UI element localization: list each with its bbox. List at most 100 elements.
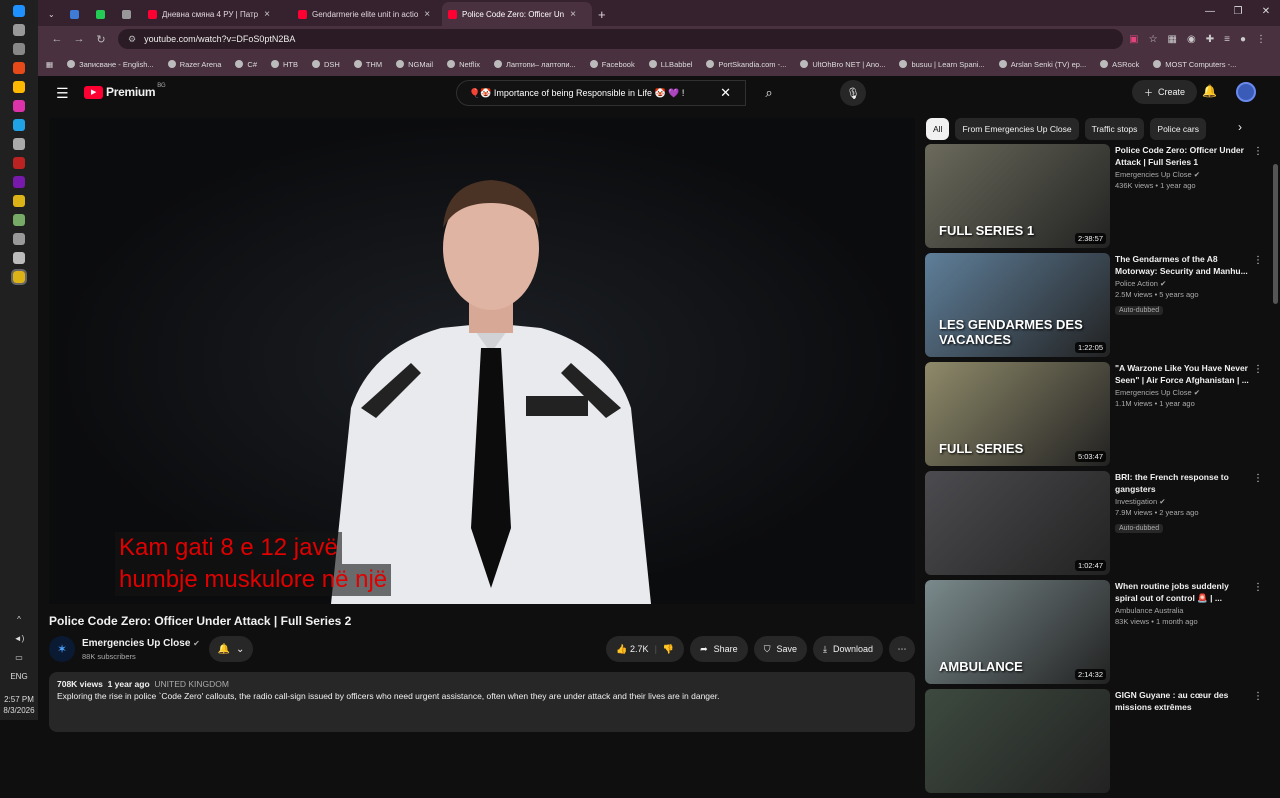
subscription-bell-button[interactable]: 🔔 ⌄ [209, 636, 253, 662]
recommendation-title[interactable]: When routine jobs suddenly spiral out of… [1115, 580, 1250, 604]
bookmark-item[interactable]: Записване - English... [67, 60, 154, 69]
bookmark-item[interactable]: LLBabbel [648, 60, 692, 69]
app-icon[interactable] [13, 252, 25, 264]
recommendation-item[interactable]: LES GENDARMES DES VACANCES 1:22:05 The Gen… [925, 253, 1265, 362]
bookmark-item[interactable]: busuu | Learn Spani... [899, 60, 985, 69]
recommendation-item[interactable]: FULL SERIES 1 2:38:57 Police Code Zero: Of… [925, 144, 1265, 253]
bookmark-star-icon[interactable]: ☆ [1149, 34, 1158, 45]
app-icon[interactable] [13, 62, 25, 74]
bookmark-item[interactable]: Arslan Senki (TV) ep... [998, 60, 1086, 69]
recommendation-channel[interactable]: Emergencies Up Close ✔ [1115, 388, 1250, 397]
chevron-right-icon[interactable]: › [1238, 120, 1242, 134]
pinned-tab[interactable] [64, 2, 90, 26]
recommendation-title[interactable]: The Gendarmes of the A8 Motorway: Securi… [1115, 253, 1250, 277]
more-vert-icon[interactable]: ⋮ [1253, 582, 1263, 593]
bookmark-item[interactable]: Netflix [447, 60, 480, 69]
video-thumbnail[interactable] [925, 689, 1110, 793]
clock-date[interactable]: 8/3/2026 [0, 705, 38, 716]
bookmark-item[interactable]: THM [353, 60, 382, 69]
chip-0[interactable]: All [926, 118, 950, 140]
edge-icon[interactable] [13, 119, 25, 131]
channel-name[interactable]: Emergencies Up Close ✔ [82, 638, 200, 649]
file-explorer-icon[interactable] [13, 81, 25, 93]
share-button[interactable]: ➦ Share [690, 636, 748, 662]
channel-avatar[interactable]: ✶ [49, 636, 75, 662]
recommendation-channel[interactable]: Emergencies Up Close ✔ [1115, 170, 1250, 179]
recommendation-channel[interactable]: Police Action ✔ [1115, 279, 1250, 288]
close-icon[interactable]: × [570, 9, 576, 20]
language-indicator[interactable]: ENG [0, 671, 38, 682]
video-thumbnail[interactable]: LES GENDARMES DES VACANCES 1:22:05 [925, 253, 1110, 357]
bookmark-item[interactable]: NGMail [396, 60, 433, 69]
keyboard-icon[interactable]: ▭ [0, 652, 38, 663]
onenote-icon[interactable] [13, 176, 25, 188]
chip-2[interactable]: Traffic stops [1084, 118, 1145, 140]
video-thumbnail[interactable]: 1:02:47 [925, 471, 1110, 575]
more-vert-icon[interactable]: ⋮ [1253, 146, 1263, 157]
bookmark-item[interactable]: PortSkandia.com -... [706, 60, 786, 69]
search-icon[interactable] [13, 24, 25, 36]
dislike-icon[interactable]: 👎 [663, 644, 674, 655]
more-vert-icon[interactable]: ⋮ [1253, 364, 1263, 375]
bookmark-item[interactable]: ASRock [1100, 60, 1139, 69]
bookmark-item[interactable]: Razer Arena [167, 60, 221, 69]
url-field[interactable]: ⚙ youtube.com/watch?v=DFoS0ptN2BA [118, 29, 1124, 49]
task-view-icon[interactable] [13, 43, 25, 55]
video-thumbnail[interactable]: FULL SERIES 5:03:47 [925, 362, 1110, 466]
avatar[interactable] [1236, 82, 1256, 102]
more-icon[interactable]: ⋮ [1256, 34, 1266, 45]
download-button[interactable]: ⤓ Download [812, 636, 883, 662]
reload-icon[interactable]: ↻ [90, 33, 112, 46]
forward-icon[interactable]: → [68, 33, 90, 45]
more-vert-icon[interactable]: ⋮ [1253, 691, 1263, 702]
opera-icon[interactable] [13, 157, 25, 169]
search-icon[interactable]: ⌕ [750, 80, 788, 106]
extension-icon[interactable]: ◉ [1187, 34, 1196, 45]
recommendation-item[interactable]: GIGN Guyane : au cœur des missions extrê… [925, 689, 1265, 798]
more-vert-icon[interactable]: ⋮ [1253, 255, 1263, 266]
apps-icon[interactable]: ▦ [46, 60, 53, 69]
close-icon[interactable]: × [424, 9, 430, 20]
recommendation-title[interactable]: GIGN Guyane : au cœur des missions extrê… [1115, 689, 1250, 713]
extensions-puzzle-icon[interactable]: ✚ [1206, 34, 1214, 45]
bookmark-item[interactable]: MOST Computers -... [1153, 60, 1236, 69]
profile-icon[interactable]: ● [1240, 34, 1246, 45]
app-icon[interactable] [13, 214, 25, 226]
page-scrollbar[interactable] [1273, 164, 1278, 304]
location-tag[interactable]: UNITED KINGDOM [154, 679, 229, 689]
close-window-icon[interactable]: ✕ [1252, 0, 1280, 24]
chevron-up-icon[interactable]: ^ [0, 614, 38, 625]
bookmark-item[interactable]: Facebook [589, 60, 635, 69]
recommendation-channel[interactable]: Ambulance Australia [1115, 606, 1250, 615]
video-thumbnail[interactable]: FULL SERIES 1 2:38:57 [925, 144, 1110, 248]
video-player[interactable]: Kam gati 8 e 12 javë humbje muskulore në… [49, 118, 915, 604]
tab-1[interactable]: Gendarmerie elite unit in actio × [292, 2, 442, 26]
volume-icon[interactable]: ◄) [0, 633, 38, 644]
save-button[interactable]: ⛉ Save [753, 636, 807, 662]
notifications-bell-icon[interactable]: 🔔 [1202, 84, 1217, 98]
recommendation-title[interactable]: BRI: the French response to gangsters [1115, 471, 1250, 495]
recommendation-title[interactable]: "A Warzone Like You Have Never Seen" | A… [1115, 362, 1250, 386]
microphone-icon[interactable]: 🎙 [840, 80, 866, 106]
recommendation-item[interactable]: FULL SERIES 5:03:47 "A Warzone Like You Ha… [925, 362, 1265, 471]
tab-search-button[interactable]: ⌄ [42, 2, 64, 26]
new-tab-button[interactable]: + [592, 2, 614, 26]
pinned-tab[interactable] [116, 2, 142, 26]
recommendation-item[interactable]: 1:02:47 BRI: the French response to gangs… [925, 471, 1265, 580]
tab-2-active[interactable]: Police Code Zero: Officer Un × [442, 2, 592, 26]
bookmark-item[interactable]: НТВ [271, 60, 298, 69]
description-box[interactable]: 708K views 1 year ago UNITED KINGDOM Exp… [49, 672, 915, 732]
site-info-icon[interactable]: ⚙ [128, 34, 136, 45]
pinned-tab[interactable] [90, 2, 116, 26]
like-button[interactable]: 👍 2.7K [616, 644, 648, 655]
bookmark-item[interactable]: C# [235, 60, 257, 69]
windows-start-icon[interactable] [13, 5, 25, 17]
maximize-icon[interactable]: ❐ [1224, 0, 1252, 24]
more-actions-icon[interactable]: ⋯ [889, 636, 915, 662]
recommendation-channel[interactable]: Investigation ✔ [1115, 497, 1250, 506]
tab-0[interactable]: Дневна смяна 4 РУ | Патр × [142, 2, 292, 26]
cast-icon[interactable]: ▣ [1129, 34, 1138, 45]
video-thumbnail[interactable]: AMBULANCE 2:14:32 [925, 580, 1110, 684]
hamburger-menu-icon[interactable]: ☰ [56, 85, 69, 102]
bookmark-item[interactable]: DSH [312, 60, 340, 69]
